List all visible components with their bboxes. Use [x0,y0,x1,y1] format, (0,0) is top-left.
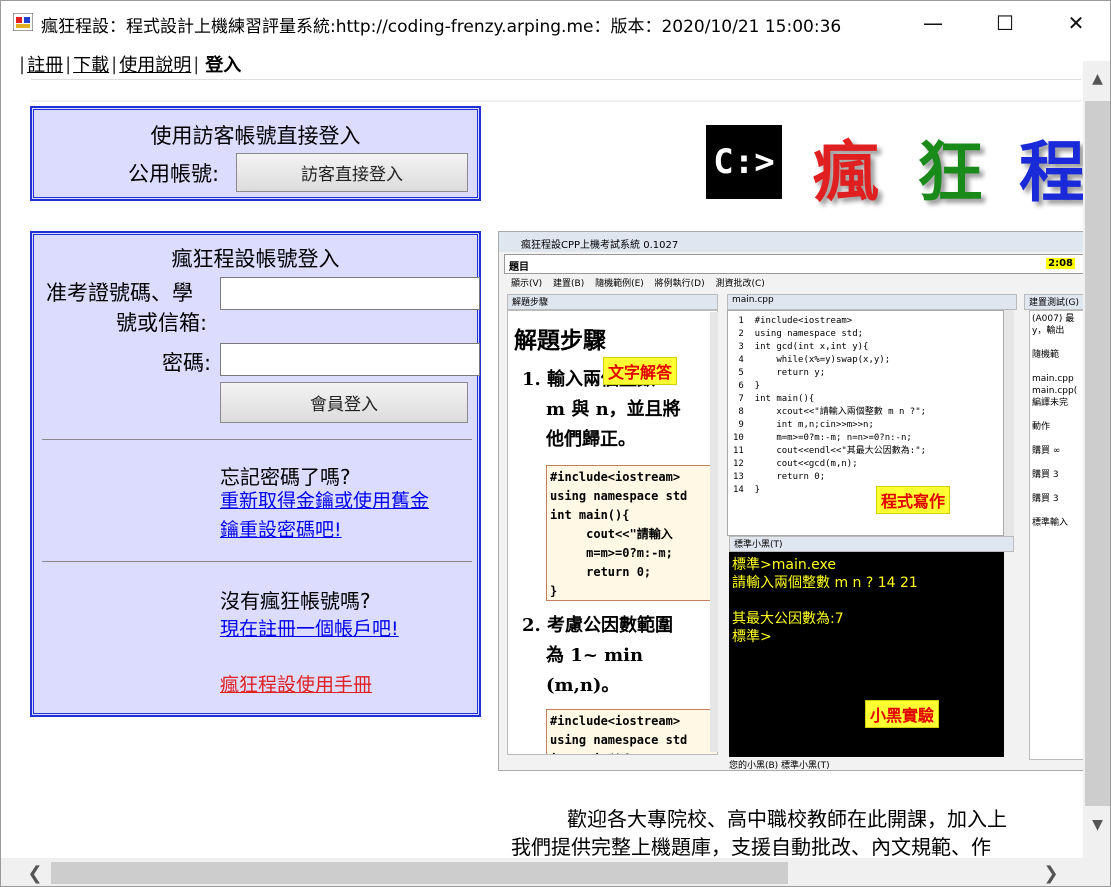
reset-link-line2: 鑰重設密碼吧! [220,519,342,541]
section-divider [42,439,472,440]
horizontal-scroll-thumb[interactable] [51,862,788,884]
public-account-label: 公用帳號: [128,162,220,186]
preview-step1-line2: m 與 n，並且將 [546,399,681,420]
guest-login-panel: 使用訪客帳號直接登入 公用帳號: 訪客直接登入 [30,106,481,201]
preview-title: 瘋狂程設CPP上機考試系統 0.1027 [499,232,1083,252]
preview-editor-scrollbar [1004,310,1014,536]
vertical-scroll-thumb[interactable] [1085,101,1110,806]
preview-problem-bar: 題目 2:08 [504,254,1083,274]
reset-password-link[interactable]: 重新取得金鑰或使用舊金 鑰重設密碼吧! [220,487,429,545]
preview-sticker-code: 程式寫作 [876,486,951,514]
preview-step2-line2: 為 1~ min [546,645,644,666]
menu-help[interactable]: 使用說明 [119,51,191,77]
guest-panel-title: 使用訪客帳號直接登入 [150,124,361,148]
register-link[interactable]: 現在註冊一個帳戶吧! [220,615,399,644]
logo-char-2: 狂 [917,133,983,211]
member-login-panel: 瘋狂程設帳號登入 准考證號碼、學 號或信箱: 密碼: 會員登入 忘記密碼了嗎? … [30,231,481,717]
menu-separator: | [193,53,200,75]
id-label-line2: 號或信箱: [116,311,208,335]
preview-source-code: 1 #include<iostream> 2 using namespace s… [733,316,927,495]
app-preview-image: 瘋狂程設CPP上機考試系統 0.1027 題目 2:08 顯示(V) 建置(B)… [498,231,1083,771]
preview-steps-heading: 解題步驟 [514,327,606,354]
guest-login-button[interactable]: 訪客直接登入 [236,153,468,192]
preview-step2-line1: 2. 考慮公因數範圍 [522,615,674,636]
password-label: 密碼: [162,351,212,375]
reset-link-line1: 重新取得金鑰或使用舊金 [220,490,430,512]
preview-timer: 2:08 [1046,258,1075,269]
scroll-right-icon[interactable]: ❯ [1039,861,1063,885]
preview-problem-label: 題目 [509,262,529,273]
menu-download[interactable]: 下載 [73,51,109,77]
preview-code-snippet-1: #include<iostream> using namespace std i… [546,465,717,601]
minimize-button[interactable]: — [897,1,969,45]
close-button[interactable]: ✕ [1040,1,1110,45]
logo-char-1: 瘋 [813,133,879,211]
menu-bar: | 註冊 | 下載 | 使用說明 | 登入 [1,49,241,79]
password-input[interactable] [220,343,480,376]
app-window: 瘋狂程設：程式設計上機練習評量系統:http://coding-frenzy.a… [0,0,1111,887]
section-divider [42,561,472,562]
app-icon [13,13,33,31]
preview-build-header: 建置測試(G) [1024,294,1083,310]
vertical-scrollbar[interactable]: ▲ ▼ [1083,61,1110,858]
member-panel-title: 瘋狂程設帳號登入 [171,247,340,271]
menu-separator: | [65,53,72,75]
preview-steps-pane: 解題步驟 1. 輸入兩個整數 m 與 n，並且將 他們歸正。 #include<… [507,310,718,755]
no-account-prompt: 沒有瘋狂帳號嗎? [220,589,371,613]
menu-separator: | [19,53,26,75]
menu-separator: | [111,53,118,75]
manual-link[interactable]: 瘋狂程設使用手冊 [220,671,372,700]
maximize-button[interactable]: ☐ [969,1,1041,45]
preview-editor-tab: main.cpp [727,294,1017,310]
scrollbar-corner [1083,858,1110,886]
welcome-line1: 歡迎各大專院校、高中職校教師在此開課，加入上 [567,807,1007,831]
scroll-up-icon[interactable]: ▲ [1083,67,1110,91]
id-input[interactable] [220,277,480,310]
horizontal-scrollbar[interactable]: ❮ ❯ [1,858,1083,886]
welcome-line2: 我們提供完整上機題庫，支援自動批改、內文規範、作 [511,835,991,858]
scroll-left-icon[interactable]: ❮ [23,861,47,885]
logo-char-3: 程 [1019,133,1083,211]
preview-console-header: 標準小黑(T) [729,536,1014,552]
logo-symbol: C:> [706,125,782,199]
menu-login[interactable]: 登入 [205,51,241,77]
title-bar: 瘋狂程設：程式設計上機練習評量系統:http://coding-frenzy.a… [1,1,1110,45]
preview-steps-header: 解題步驟 [507,294,718,310]
welcome-text: 歡迎各大專院校、高中職校教師在此開課，加入上 我們提供完整上機題庫，支援自動批改… [511,805,1083,858]
menu-divider [31,79,1081,80]
preview-menu: 顯示(V) 建置(B) 隨機範例(E) 將例執行(D) 測資批改(C) [511,279,765,289]
preview-sticker-console: 小黑實驗 [865,700,940,728]
preview-code-snippet-2: #include<iostream> using namespace std i… [546,709,717,754]
id-label: 准考證號碼、學 [46,281,193,305]
content-divider [31,100,1081,102]
scroll-down-icon[interactable]: ▼ [1083,813,1110,837]
window-title: 瘋狂程設：程式設計上機練習評量系統:http://coding-frenzy.a… [41,17,842,37]
preview-step1-line3: 他們歸正。 [546,429,636,450]
preview-steps-scrollbar [710,312,718,752]
preview-editor: 1 #include<iostream> 2 using namespace s… [727,310,1004,536]
forgot-password-prompt: 忘記密碼了嗎? [220,465,351,489]
preview-sticker-text: 文字解答 [603,357,678,385]
preview-build-pane: (A007) 最 y，輸出 隨機範 main.cpp main.cpp( 編譯未… [1029,310,1083,760]
member-login-button[interactable]: 會員登入 [220,382,468,423]
preview-step2: 2. 考慮公因數範圍 為 1~ min (m,n)。 [522,611,673,701]
preview-step2-line3: (m,n)。 [546,675,620,696]
preview-bottom-tabs: 您的小黑(B) 標準小黑(T) [729,761,830,771]
main-content: 使用訪客帳號直接登入 公用帳號: 訪客直接登入 瘋狂程設帳號登入 准考證號碼、學… [1,81,1083,858]
menu-register[interactable]: 註冊 [27,51,63,77]
